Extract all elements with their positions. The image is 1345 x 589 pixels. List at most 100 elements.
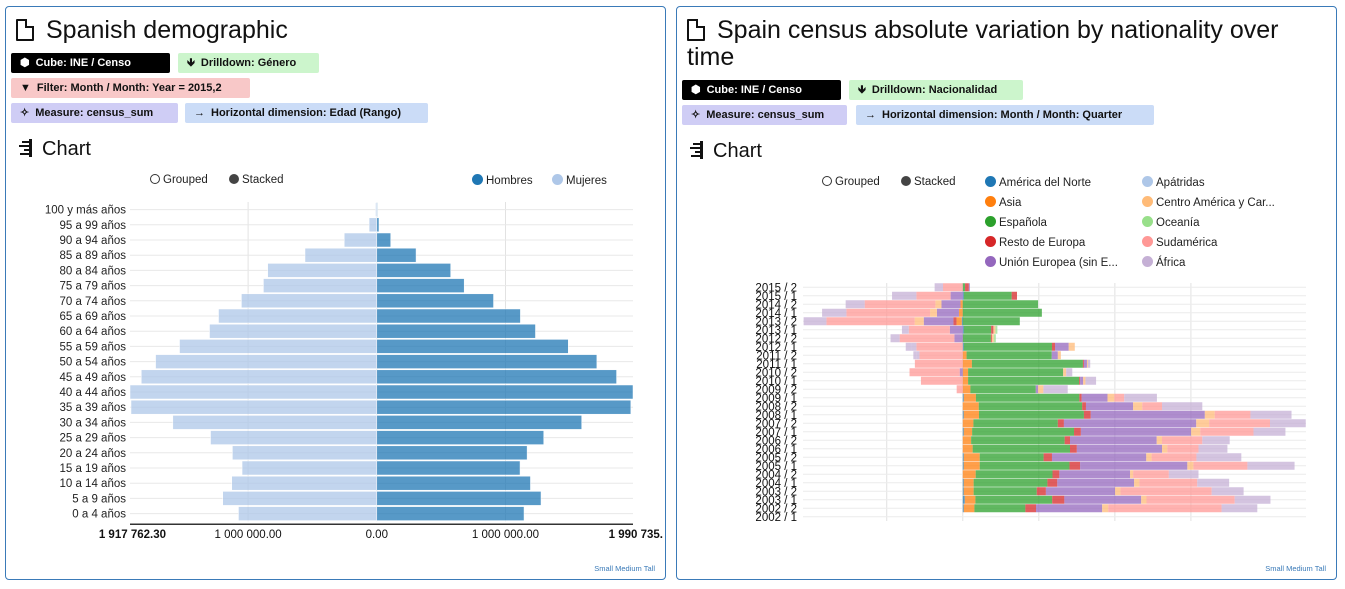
bar-segment-asia[interactable]	[963, 461, 980, 470]
bar-segment-union-europea-sin-e[interactable]	[1063, 419, 1197, 428]
bar-segment-espanola[interactable]	[975, 393, 1080, 402]
bar-segment-centro-america-y-car[interactable]	[1115, 487, 1121, 496]
bar-segment-union-europea-sin-e[interactable]	[1069, 436, 1157, 445]
bar-segment-asia[interactable]	[963, 453, 980, 462]
cube-tag[interactable]: ⬢ Cube: INE / Censo	[11, 53, 170, 73]
bar-segment-sudamerica[interactable]	[1200, 427, 1254, 436]
bar-mujeres[interactable]	[179, 339, 378, 354]
bar-segment-africa[interactable]	[1253, 427, 1286, 436]
bar-segment-union-europea-sin-e[interactable]	[1051, 453, 1147, 462]
bar-segment-espanola[interactable]	[963, 342, 1052, 351]
bar-segment-union-europea-sin-e[interactable]	[968, 283, 970, 292]
bar-segment-sudamerica[interactable]	[864, 300, 936, 309]
legend-item-resto-de-europa[interactable]: Resto de Europa	[985, 236, 1085, 249]
measure-tag[interactable]: ✧ Measure: census_sum	[682, 105, 847, 125]
bar-segment-union-europea-sin-e[interactable]	[941, 300, 961, 309]
bar-segment-union-europea-sin-e[interactable]	[1059, 470, 1131, 479]
bar-segment-america-del-norte[interactable]	[961, 317, 963, 326]
bar-hombres[interactable]	[376, 445, 528, 461]
bar-mujeres[interactable]	[267, 263, 378, 278]
bar-segment-espanola[interactable]	[962, 300, 1039, 309]
bar-segment-centro-america-y-car[interactable]	[935, 300, 942, 309]
bar-segment-resto-de-europa[interactable]	[1083, 410, 1091, 419]
bar-hombres[interactable]	[376, 491, 542, 506]
bar-segment-africa[interactable]	[1221, 504, 1258, 513]
bar-segment-asia[interactable]	[963, 504, 975, 513]
drilldown-tag[interactable]: 🡻 Drilldown: Género	[178, 53, 319, 73]
bar-segment-africa[interactable]	[1168, 470, 1199, 479]
bar-hombres[interactable]	[376, 415, 582, 430]
bar-mujeres[interactable]	[130, 399, 378, 415]
bar-segment-sudamerica[interactable]	[914, 359, 963, 368]
bar-segment-espanola[interactable]	[972, 444, 1070, 453]
bar-segment-america-del-norte[interactable]	[962, 342, 964, 351]
bar-segment-union-europea-sin-e[interactable]	[954, 334, 963, 343]
bar-segment-centro-america-y-car[interactable]	[1204, 410, 1215, 419]
bar-segment-espanola[interactable]	[971, 436, 1065, 445]
bar-segment-resto-de-europa[interactable]	[1025, 504, 1037, 513]
bar-segment-centro-america-y-car[interactable]	[1146, 453, 1152, 462]
bar-segment-africa[interactable]	[1043, 385, 1068, 394]
bar-segment-sudamerica[interactable]	[920, 376, 963, 385]
bar-segment-oceania[interactable]	[993, 334, 996, 343]
bar-segment-espanola[interactable]	[972, 427, 1075, 436]
bar-segment-union-europea-sin-e[interactable]	[923, 317, 954, 326]
bar-mujeres[interactable]	[232, 445, 378, 461]
bar-segment-centro-america-y-car[interactable]	[1102, 504, 1109, 513]
bar-segment-asia[interactable]	[963, 487, 974, 496]
bar-mujeres[interactable]	[155, 354, 378, 369]
bar-segment-resto-de-europa[interactable]	[953, 317, 957, 326]
bar-segment-resto-de-europa[interactable]	[1052, 470, 1060, 479]
bar-hombres[interactable]	[376, 247, 417, 263]
bar-segment-asia[interactable]	[962, 444, 973, 453]
bar-segment-sudamerica[interactable]	[1214, 410, 1251, 419]
bar-segment-sudamerica[interactable]	[1133, 470, 1169, 479]
bar-segment-union-europea-sin-e[interactable]	[1083, 359, 1087, 368]
bar-segment-africa[interactable]	[892, 291, 917, 300]
bar-segment-africa[interactable]	[905, 342, 912, 351]
bar-segment-sudamerica[interactable]	[956, 385, 963, 394]
bar-segment-america-del-norte[interactable]	[962, 504, 964, 513]
bar-segment-asia[interactable]	[958, 308, 963, 317]
bar-segment-america-del-norte[interactable]	[962, 478, 964, 487]
bar-segment-resto-de-europa[interactable]	[990, 334, 992, 343]
bar-segment-espanola[interactable]	[966, 351, 1052, 360]
bar-hombres[interactable]	[376, 354, 598, 369]
bar-segment-resto-de-europa[interactable]	[1036, 487, 1046, 496]
bar-hombres[interactable]	[376, 339, 569, 354]
bar-segment-asia[interactable]	[962, 470, 976, 479]
bar-segment-centro-america-y-car[interactable]	[1057, 351, 1061, 360]
legend-item-oceania[interactable]: Oceanía	[1142, 216, 1199, 229]
bar-segment-resto-de-europa[interactable]	[965, 283, 969, 292]
bar-mujeres[interactable]	[129, 384, 378, 400]
bar-segment-espanola[interactable]	[971, 359, 1083, 368]
bar-segment-africa[interactable]	[890, 334, 900, 343]
bar-segment-centro-america-y-car[interactable]	[1133, 402, 1143, 411]
bar-segment-centro-america-y-car[interactable]	[1038, 385, 1044, 394]
bar-segment-sudamerica[interactable]	[1167, 444, 1199, 453]
bar-segment-america-del-norte[interactable]	[962, 427, 964, 436]
legend-item-hombres[interactable]: Hombres	[472, 174, 533, 187]
bar-segment-espanola[interactable]	[979, 461, 1070, 470]
bar-segment-espanola[interactable]	[979, 453, 1044, 462]
bar-segment-centro-america-y-car[interactable]	[1086, 359, 1088, 368]
bar-segment-resto-de-europa[interactable]	[1074, 427, 1081, 436]
stacked-toggle[interactable]: Stacked	[901, 176, 956, 188]
bar-mujeres[interactable]	[304, 247, 378, 263]
bar-segment-espanola[interactable]	[975, 470, 1053, 479]
bar-segment-asia[interactable]	[962, 376, 969, 385]
bar-segment-centro-america-y-car[interactable]	[1196, 419, 1210, 428]
filter-tag[interactable]: ▼ Filter: Month / Month: Year = 2015,2	[11, 78, 250, 98]
bar-segment-oceania[interactable]	[995, 325, 998, 334]
bar-segment-resto-de-europa[interactable]	[1069, 461, 1081, 470]
grouped-toggle[interactable]: Grouped	[150, 174, 208, 186]
bar-segment-resto-de-europa[interactable]	[1082, 359, 1084, 368]
bar-segment-union-europea-sin-e[interactable]	[1080, 376, 1084, 385]
bar-mujeres[interactable]	[210, 430, 378, 445]
bar-mujeres[interactable]	[218, 308, 378, 324]
bar-segment-centro-america-y-car[interactable]	[1134, 478, 1140, 487]
bar-hombres[interactable]	[376, 232, 391, 248]
grouped-toggle[interactable]: Grouped	[822, 176, 880, 188]
bar-segment-asia[interactable]	[962, 419, 974, 428]
bar-segment-africa[interactable]	[1196, 453, 1242, 462]
